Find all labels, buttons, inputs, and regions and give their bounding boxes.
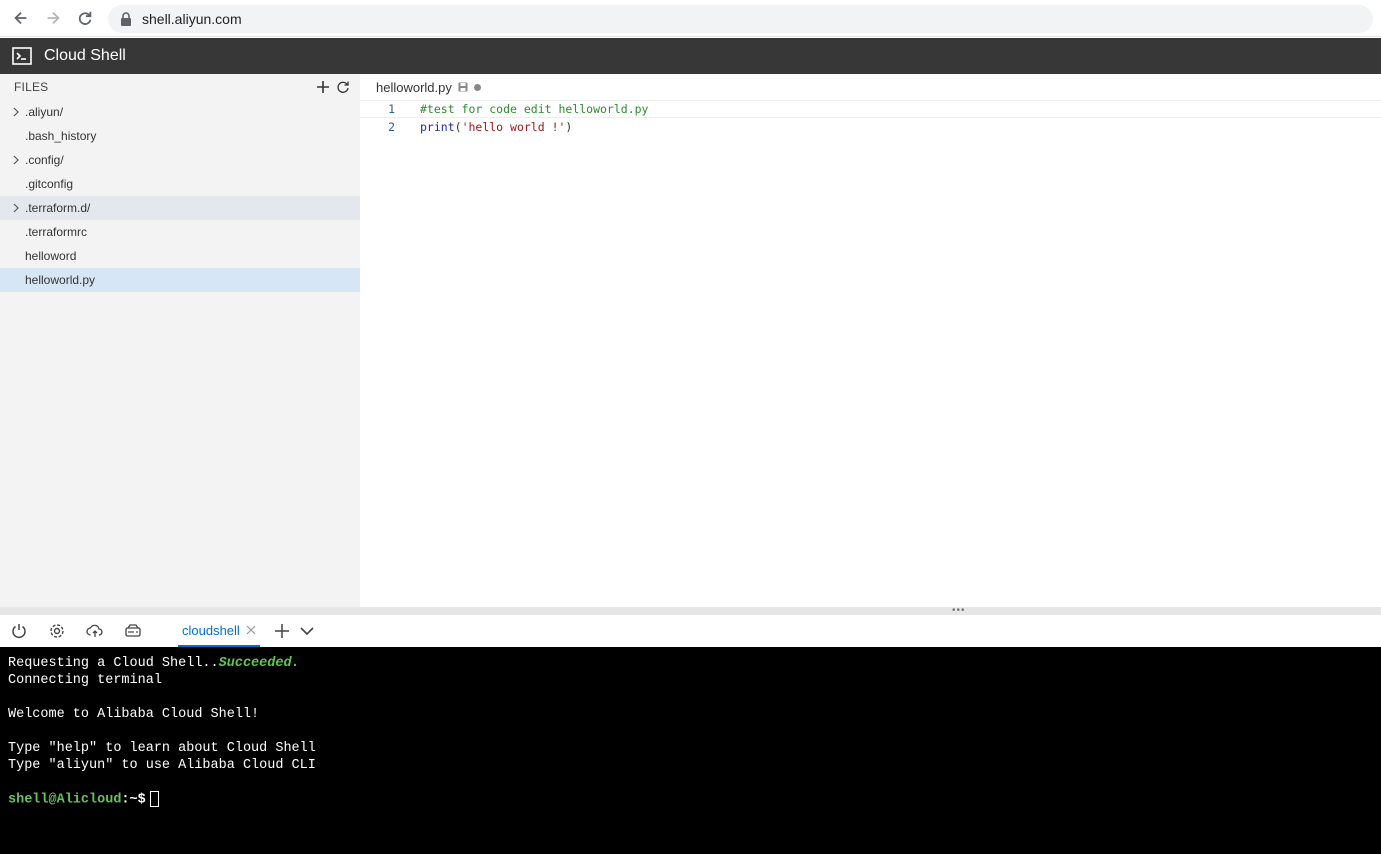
file-tree-item-helloworld-py[interactable]: helloworld.py <box>0 268 360 292</box>
file-tree-label: .terraform.d/ <box>25 201 91 215</box>
files-heading: FILES <box>14 80 49 94</box>
code-token-paren: ) <box>565 120 573 134</box>
app-title: Cloud Shell <box>44 47 126 64</box>
editor-tab-helloworld-py[interactable]: helloworld.py <box>376 80 452 95</box>
code-token-function: print <box>420 120 455 134</box>
file-tree-label: .aliyun/ <box>25 105 64 119</box>
terminal-status-succeeded: Succeeded. <box>218 656 300 671</box>
add-tab-plus-icon[interactable] <box>274 623 290 639</box>
file-tree-label: .bash_history <box>25 129 97 143</box>
code-text: print('hello world !') <box>420 120 572 134</box>
terminal-logo-icon <box>12 47 32 65</box>
file-tree-label: helloword <box>25 249 77 263</box>
new-file-icon[interactable] <box>316 80 330 94</box>
terminal-cursor <box>149 791 159 807</box>
chevron-right-icon[interactable] <box>10 154 22 166</box>
file-tree-item-aliyun[interactable]: .aliyun/ <box>0 100 360 124</box>
reload-icon[interactable] <box>74 7 96 29</box>
file-tree-label: .gitconfig <box>25 177 74 191</box>
code-token-paren: ( <box>454 120 462 134</box>
url-text: shell.aliyun.com <box>142 11 242 27</box>
terminal-line: Requesting a Cloud Shell..Succeeded. <box>8 655 1373 672</box>
terminal-prompt[interactable]: shell@Alicloud:~$ <box>8 791 1373 808</box>
terminal-tab-label: cloudshell <box>182 622 240 638</box>
prompt-user: shell@Alicloud <box>8 792 122 808</box>
code-area[interactable]: 1 #test for code edit helloworld.py 2 pr… <box>360 100 1381 136</box>
code-line: 1 #test for code edit helloworld.py <box>360 100 1381 118</box>
terminal-text: Requesting a Cloud Shell.. <box>8 656 219 671</box>
settings-gear-icon[interactable] <box>47 621 67 641</box>
file-tree-item-helloword[interactable]: helloword <box>0 244 360 268</box>
editor-tab-bar: helloworld.py <box>360 74 1381 100</box>
file-tree-label: helloworld.py <box>25 273 96 287</box>
terminal-toolbar: cloudshell <box>0 615 1381 647</box>
file-tree-label: .config/ <box>25 153 64 167</box>
address-bar[interactable]: shell.aliyun.com <box>108 5 1373 33</box>
terminal-output[interactable]: Requesting a Cloud Shell..Succeeded. Con… <box>0 647 1381 854</box>
file-explorer: FILES .aliyun/ .bash_history .config/ .g… <box>0 74 360 607</box>
power-icon[interactable] <box>9 621 29 641</box>
cloud-upload-icon[interactable] <box>85 621 105 641</box>
chevron-down-icon[interactable] <box>299 623 315 639</box>
file-tree-label: .terraformrc <box>25 225 88 239</box>
app-header: Cloud Shell <box>0 38 1381 74</box>
close-icon[interactable] <box>246 625 256 635</box>
terminal-line: Type "help" to learn about Cloud Shell <box>8 741 316 756</box>
storage-drive-icon[interactable] <box>123 621 143 641</box>
chevron-right-icon[interactable] <box>10 202 22 214</box>
browser-toolbar: shell.aliyun.com <box>0 0 1381 37</box>
terminal-line: Connecting terminal <box>8 673 162 688</box>
terminal-tab-cloudshell[interactable]: cloudshell <box>178 615 260 647</box>
file-tree-item-gitconfig[interactable]: .gitconfig <box>0 172 360 196</box>
line-number: 2 <box>388 120 395 134</box>
unsaved-dot-icon <box>473 83 481 91</box>
file-tree-item-terraform-d[interactable]: .terraform.d/ <box>0 196 360 220</box>
lock-icon <box>121 12 131 26</box>
code-editor[interactable]: helloworld.py 1 #test for code edit hell… <box>360 74 1381 607</box>
terminal-line: Welcome to Alibaba Cloud Shell! <box>8 707 260 722</box>
code-line: 2 print('hello world !') <box>360 118 1381 136</box>
refresh-icon[interactable] <box>336 80 350 94</box>
file-tree-item-bash-history[interactable]: .bash_history <box>0 124 360 148</box>
save-icon[interactable] <box>458 82 468 92</box>
chevron-right-icon[interactable] <box>10 106 22 118</box>
forward-arrow-icon[interactable] <box>42 7 64 29</box>
code-token-string: 'hello world !' <box>461 120 566 134</box>
file-tree-item-config[interactable]: .config/ <box>0 148 360 172</box>
line-number: 1 <box>388 102 395 116</box>
panel-resize-handle[interactable]: ••• <box>0 606 1381 616</box>
file-explorer-header: FILES <box>0 74 360 100</box>
back-arrow-icon[interactable] <box>10 7 32 29</box>
file-tree-item-terraformrc[interactable]: .terraformrc <box>0 220 360 244</box>
file-tree: .aliyun/ .bash_history .config/ .gitconf… <box>0 100 360 292</box>
drag-handle-dots-icon[interactable]: ••• <box>952 606 966 616</box>
terminal-line: Type "aliyun" to use Alibaba Cloud CLI <box>8 758 316 773</box>
code-text: #test for code edit helloworld.py <box>420 102 649 116</box>
prompt-path: :~$ <box>121 792 146 808</box>
